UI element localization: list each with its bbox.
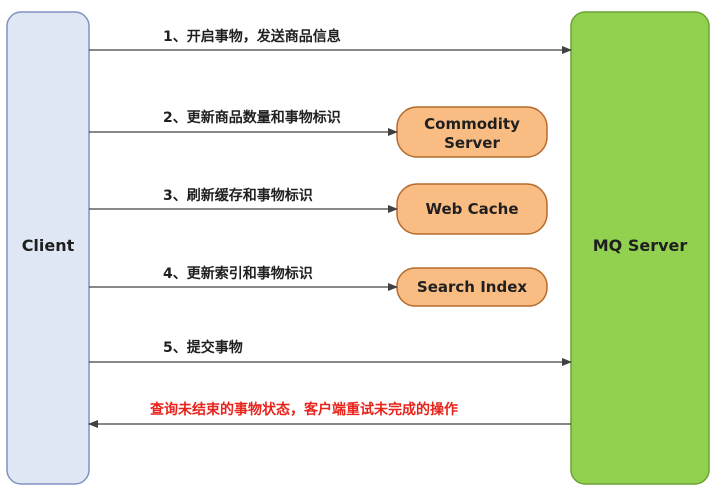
status-check-label: 查询未结束的事物状态，客户端重试未完成的操作 [150,401,458,418]
commodity-server-label-line2: Server [444,134,500,152]
web-cache-label: Web Cache [425,200,518,218]
step3-label: 3、刷新缓存和事物标识 [163,187,313,204]
commodity-server-label-line1: Commodity [424,115,520,133]
step4-label: 4、更新索引和事物标识 [163,265,313,282]
flow-diagram: Client MQ Server Commodity Server Web Ca… [6,11,710,485]
step1-label: 1、开启事物，发送商品信息 [163,28,341,45]
client-label: Client [22,236,75,255]
mq-server-label: MQ Server [593,236,688,255]
step5-label: 5、提交事物 [163,339,243,356]
step2-label: 2、更新商品数量和事物标识 [163,109,341,126]
search-index-label: Search Index [417,278,527,296]
